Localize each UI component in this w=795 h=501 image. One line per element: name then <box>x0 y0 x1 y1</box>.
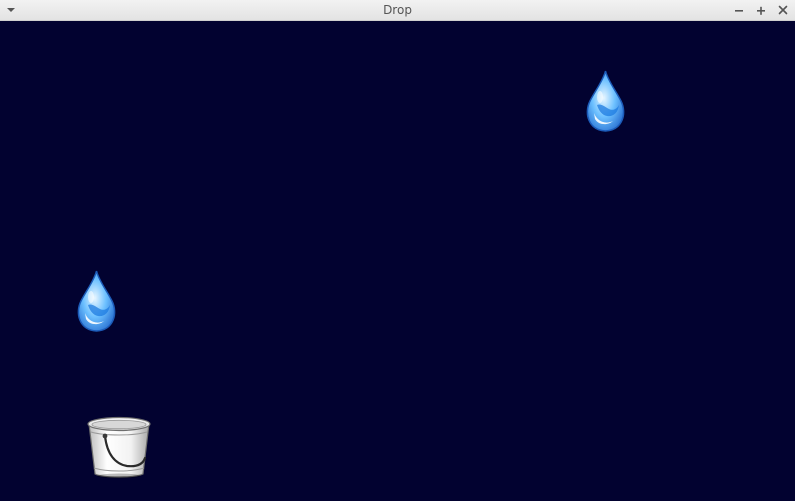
maximize-icon <box>757 6 765 15</box>
window-title: Drop <box>383 3 412 17</box>
app-window: Drop <box>0 0 795 501</box>
raindrop-icon <box>586 70 625 132</box>
close-button[interactable] <box>775 2 791 18</box>
maximize-button[interactable] <box>753 2 769 18</box>
game-canvas[interactable] <box>0 21 795 501</box>
close-icon <box>778 5 788 15</box>
raindrop-icon <box>77 270 116 332</box>
minimize-icon <box>735 10 743 12</box>
bucket-icon <box>87 416 151 479</box>
minimize-button[interactable] <box>731 2 747 18</box>
title-bar[interactable]: Drop <box>0 0 795 21</box>
